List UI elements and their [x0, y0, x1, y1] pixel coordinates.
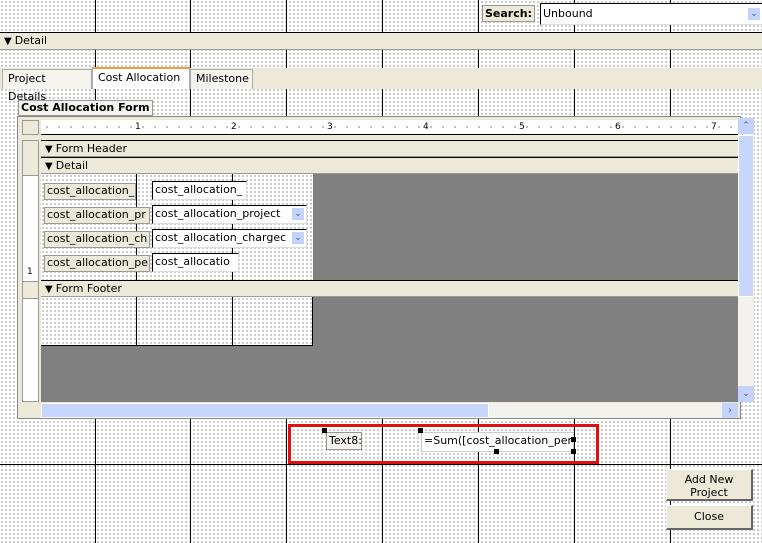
field-combo[interactable]: cost_allocation_chargec ⌄ — [152, 229, 307, 248]
close-button[interactable]: Close — [666, 505, 753, 530]
field-combo-value: cost_allocation_project — [155, 207, 281, 220]
scroll-up-icon[interactable]: ⌃ — [738, 118, 754, 134]
section-arrow-icon: ▼ — [4, 36, 12, 47]
form-footer-band[interactable]: ▼ Form Footer — [41, 280, 738, 297]
field-combo-value: cost_allocation_chargec — [155, 231, 287, 244]
section-detail-band[interactable]: ▼ Detail — [0, 32, 762, 50]
selection-handle[interactable] — [571, 449, 576, 454]
section-arrow-icon: ▼ — [45, 284, 53, 295]
tab-project-details[interactable]: Project Details — [2, 69, 92, 103]
footer-section[interactable] — [41, 297, 313, 346]
scroll-down-icon[interactable]: ⌄ — [738, 386, 754, 402]
ruler-corner[interactable] — [22, 120, 39, 135]
tab-milestone[interactable]: Milestone — [190, 69, 253, 89]
add-new-project-button[interactable]: Add New Project — [666, 469, 753, 501]
subform-detail-band[interactable]: ▼ Detail — [41, 157, 738, 174]
subform-frame[interactable]: 1 2 3 4 5 6 7 1 ▼ Form Header ▼ Detail cos… — [17, 116, 754, 419]
tab-cost-allocation[interactable]: Cost Allocation — [92, 67, 190, 89]
field-label[interactable]: cost_allocation_pr — [44, 207, 150, 224]
detail-section[interactable]: cost_allocation_ cost_allocation_ cost_a… — [41, 174, 313, 280]
selection-handle[interactable] — [571, 437, 576, 442]
selection-handle[interactable] — [322, 428, 327, 433]
ruler-tick: 3 — [326, 120, 334, 134]
ruler-tick: 6 — [614, 120, 622, 134]
field-label[interactable]: cost_allocation_ — [44, 183, 136, 200]
design-canvas[interactable]: ▼ Form Header ▼ Detail cost_allocation_ co… — [41, 140, 738, 402]
chevron-down-icon[interactable]: ⌄ — [291, 207, 305, 221]
scroll-thumb[interactable] — [738, 135, 754, 297]
selection-handle[interactable] — [494, 449, 499, 454]
scroll-right-icon[interactable]: › — [722, 403, 738, 418]
field-label[interactable]: cost_allocation_ch — [44, 231, 150, 248]
chevron-down-icon[interactable]: ⌄ — [747, 7, 761, 21]
search-label: Search: — [482, 5, 535, 22]
ruler-tick: 4 — [422, 120, 430, 134]
form-footer-label: Form Footer — [55, 282, 122, 295]
search-combo[interactable]: Unbound ⌄ — [540, 3, 762, 25]
ruler-tick: 1 — [134, 120, 142, 134]
form-header-band[interactable]: ▼ Form Header — [41, 140, 738, 157]
selection-handle[interactable] — [418, 428, 423, 433]
subform-detail-label: Detail — [55, 159, 89, 172]
ruler-tick: 1 — [27, 267, 33, 277]
ruler-tick: 7 — [710, 120, 718, 134]
ruler-tick: 5 — [518, 120, 526, 134]
horizontal-scrollbar[interactable]: › — [41, 403, 738, 418]
field-combo[interactable]: cost_allocation_project ⌄ — [152, 205, 307, 224]
scroll-thumb[interactable] — [41, 403, 489, 418]
field-textbox[interactable]: cost_allocatio — [152, 253, 239, 272]
vertical-ruler: 1 — [22, 140, 39, 402]
chevron-down-icon[interactable]: ⌄ — [291, 231, 305, 245]
grid-line — [0, 464, 762, 465]
horizontal-ruler: 1 2 3 4 5 6 7 — [41, 120, 738, 135]
vertical-scrollbar[interactable]: ⌃ ⌄ — [738, 118, 754, 402]
section-detail-label: Detail — [14, 34, 48, 47]
field-textbox[interactable]: cost_allocation_ — [152, 181, 247, 200]
section-arrow-icon: ▼ — [45, 161, 53, 172]
search-value: Unbound — [543, 7, 593, 20]
form-header-label: Form Header — [55, 142, 127, 155]
text8-label[interactable]: Text8: — [326, 432, 362, 450]
subform-label: Cost Allocation Form — [18, 100, 153, 116]
field-label[interactable]: cost_allocation_pe — [44, 255, 150, 272]
ruler-tick: 2 — [230, 120, 238, 134]
section-arrow-icon: ▼ — [45, 144, 53, 155]
